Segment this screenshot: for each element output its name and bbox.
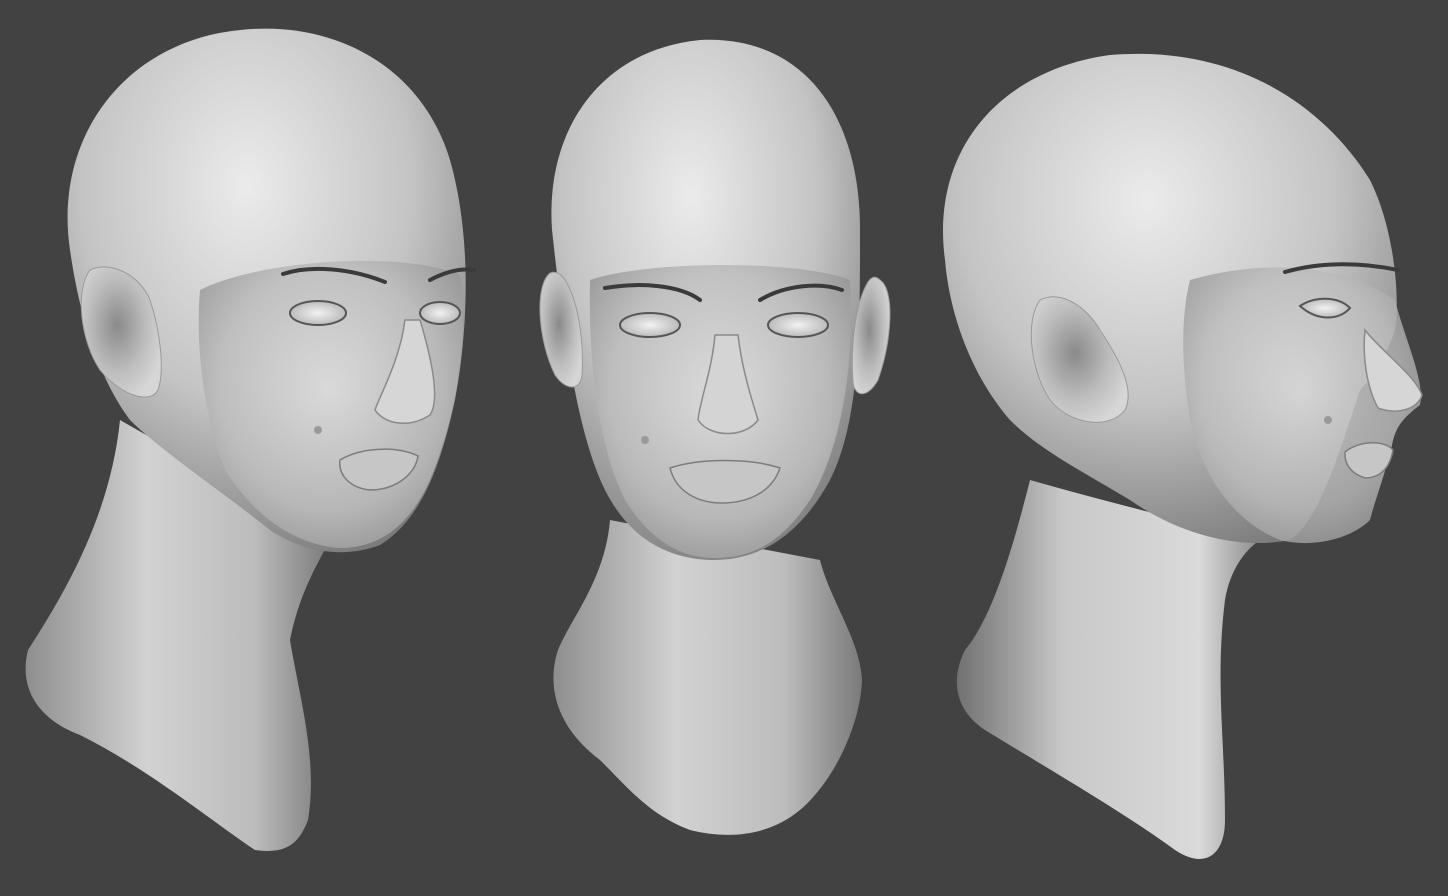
right-eye <box>767 312 829 338</box>
right-eye <box>419 301 461 325</box>
left-eye <box>289 300 347 326</box>
beauty-mark <box>1324 416 1332 424</box>
sculpt-turnaround <box>25 28 1423 859</box>
head-front-view <box>539 39 891 835</box>
beauty-mark <box>641 436 649 444</box>
beauty-mark <box>314 426 322 434</box>
left-eye <box>619 312 681 338</box>
head-profile-view <box>942 53 1423 859</box>
head-three-quarter-view <box>25 28 476 851</box>
neck-bust <box>553 520 862 835</box>
